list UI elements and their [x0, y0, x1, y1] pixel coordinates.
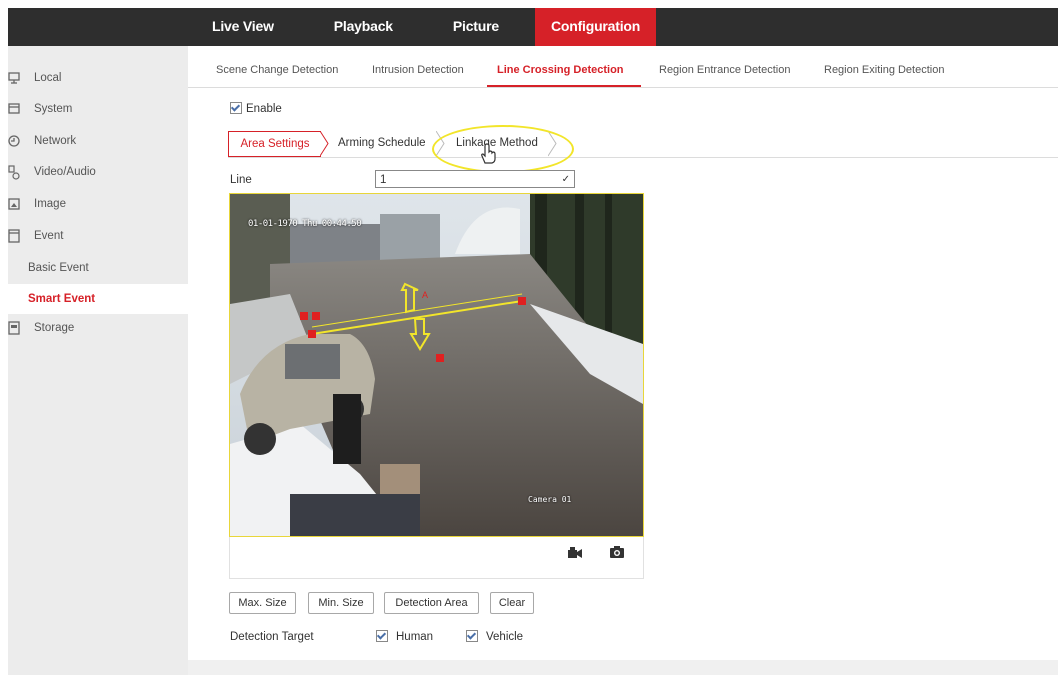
tab-arming-schedule[interactable]: Arming Schedule — [338, 131, 426, 155]
human-checkbox[interactable]: Human — [376, 629, 434, 643]
checkbox-icon[interactable] — [466, 629, 478, 642]
chevron-down-icon: ✓ — [561, 174, 570, 185]
top-bar: Live View Playback Picture Configuration — [8, 8, 1058, 46]
monitor-icon — [8, 72, 20, 84]
video-audio-icon — [8, 165, 20, 180]
camera-snapshot-icon[interactable] — [609, 545, 625, 559]
detection-area-button[interactable]: Detection Area — [384, 592, 479, 614]
tab-line-crossing-detection[interactable]: Line Crossing Detection — [497, 64, 624, 76]
line-select[interactable]: 1 ✓ — [375, 170, 575, 188]
nav-configuration[interactable]: Configuration — [534, 8, 657, 46]
detection-subtabs: Scene Change Detection Intrusion Detecti… — [188, 55, 1058, 88]
system-icon — [8, 103, 20, 114]
top-nav: Live View Playback Picture Configuration — [196, 8, 657, 46]
sidebar-item-storage[interactable]: Storage — [8, 313, 188, 343]
sidebar-item-label: Storage — [34, 322, 75, 334]
video-preview[interactable]: A B 01-01-1970 Thu 00:44:50 Camera 01 — [229, 193, 644, 537]
sidebar-item-label: Event — [34, 230, 64, 242]
sidebar-item-label: Smart Event — [28, 293, 96, 305]
detection-target-label: Detection Target — [230, 631, 314, 643]
record-icon[interactable] — [567, 545, 583, 559]
max-size-button[interactable]: Max. Size — [229, 592, 296, 614]
min-size-button[interactable]: Min. Size — [308, 592, 374, 614]
nav-live-view[interactable]: Live View — [196, 8, 290, 46]
line-label: Line — [230, 174, 252, 186]
sidebar-item-image[interactable]: Image — [8, 189, 188, 219]
enable-checkbox[interactable]: Enable — [230, 101, 282, 115]
sidebar-item-system[interactable]: System — [8, 94, 188, 124]
footer-strip — [188, 660, 1058, 675]
vehicle-checkbox[interactable]: Vehicle — [466, 629, 524, 643]
sidebar: Local System Network Video/Audio Image E… — [8, 46, 188, 675]
tab-scene-change-detection[interactable]: Scene Change Detection — [216, 64, 338, 76]
osd-timestamp: 01-01-1970 Thu 00:44:50 — [248, 219, 362, 229]
enable-label: Enable — [246, 103, 282, 115]
sidebar-item-label: Image — [34, 198, 66, 210]
image-icon — [8, 198, 20, 210]
tab-arrow-icon — [320, 131, 329, 157]
sidebar-item-video-audio[interactable]: Video/Audio — [8, 157, 188, 187]
sidebar-item-label: Video/Audio — [34, 166, 96, 178]
sidebar-item-basic-event[interactable]: Basic Event — [8, 253, 188, 283]
sidebar-item-label: System — [34, 103, 73, 115]
line-marker-b: B — [436, 354, 442, 364]
hand-cursor-icon — [481, 143, 496, 164]
highlight-ellipse — [432, 125, 574, 173]
active-tab-underline — [487, 85, 641, 87]
network-icon — [8, 135, 20, 147]
checkbox-icon[interactable] — [230, 101, 242, 114]
tab-region-exiting-detection[interactable]: Region Exiting Detection — [824, 64, 944, 76]
line-select-value: 1 — [380, 174, 387, 186]
sidebar-item-smart-event[interactable]: Smart Event — [8, 284, 188, 314]
nav-playback[interactable]: Playback — [290, 8, 409, 46]
nav-picture[interactable]: Picture — [409, 8, 515, 46]
checkbox-icon[interactable] — [376, 629, 388, 642]
human-label: Human — [396, 631, 434, 643]
sidebar-item-network[interactable]: Network — [8, 126, 188, 156]
sidebar-item-label: Local — [34, 72, 62, 84]
sidebar-item-local[interactable]: Local — [8, 63, 188, 93]
osd-camera-name: Camera 01 — [528, 495, 572, 504]
tab-intrusion-detection[interactable]: Intrusion Detection — [372, 64, 464, 76]
event-icon — [8, 229, 20, 243]
sidebar-item-label: Basic Event — [28, 262, 89, 274]
tab-region-entrance-detection[interactable]: Region Entrance Detection — [659, 64, 790, 76]
tab-area-settings[interactable]: Area Settings — [228, 131, 321, 157]
vehicle-label: Vehicle — [486, 631, 524, 643]
line-marker-a: A — [422, 290, 428, 300]
clear-button[interactable]: Clear — [490, 592, 534, 614]
sidebar-item-event[interactable]: Event — [8, 221, 188, 251]
settings-tabs: Area Settings Arming Schedule Linkage Me… — [228, 131, 1058, 158]
sidebar-item-label: Network — [34, 135, 77, 147]
storage-icon — [8, 321, 20, 335]
